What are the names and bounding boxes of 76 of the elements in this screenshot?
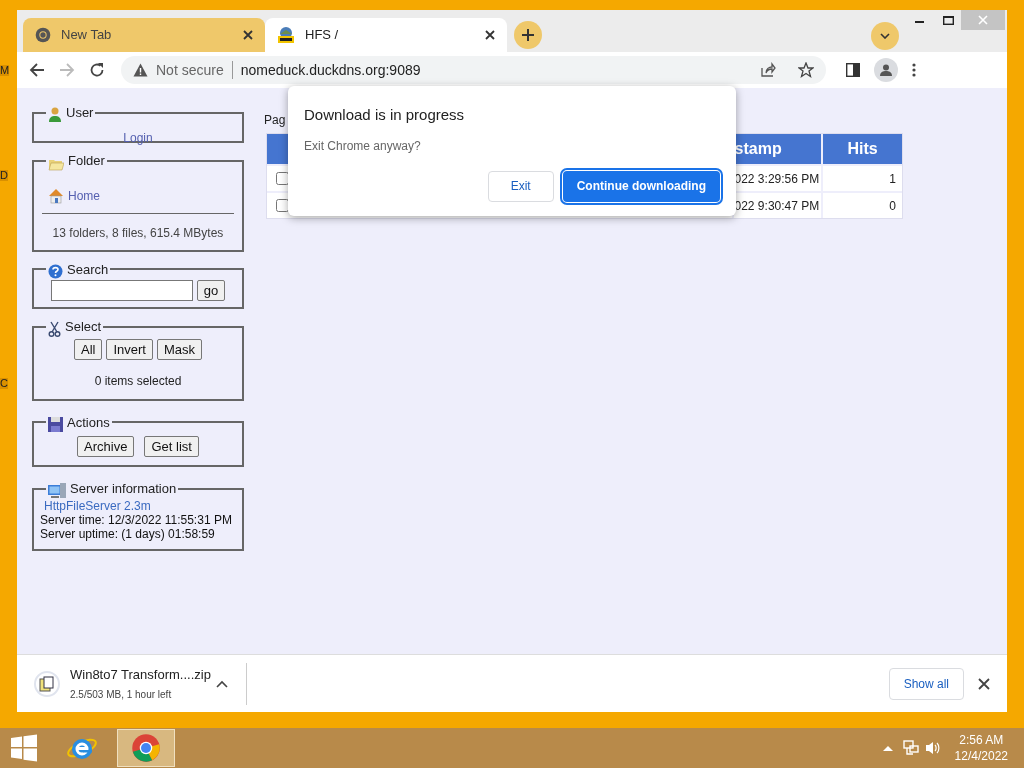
- dialog-message: Exit Chrome anyway?: [304, 137, 422, 155]
- close-icon[interactable]: [485, 30, 495, 40]
- select-button[interactable]: Mask: [156, 338, 202, 360]
- column-header: Hits: [823, 134, 902, 164]
- home-icon: [48, 187, 64, 204]
- menu-icon[interactable]: [912, 63, 916, 77]
- clock-time: 2:56 AM: [959, 732, 1004, 748]
- browser-icon: [35, 27, 51, 43]
- action-button[interactable]: Archive: [77, 436, 135, 457]
- scissors-icon: [48, 320, 61, 337]
- table-cell: 0: [823, 193, 902, 218]
- computer-icon: [48, 482, 66, 499]
- row-checkbox[interactable]: [276, 199, 289, 212]
- share-icon[interactable]: [760, 62, 776, 78]
- plus-icon: [521, 28, 535, 42]
- panel-title: Select: [65, 318, 102, 336]
- folder-summary: 13 folders, 8 files, 615.4 MBytes: [52, 225, 224, 240]
- new-tab-button[interactable]: [514, 21, 542, 49]
- address-bar[interactable]: Not secure nomeduck.duckdns.org:9089: [121, 56, 826, 84]
- selection-status: 0 items selected: [94, 373, 182, 388]
- windows-start-icon[interactable]: [10, 734, 38, 762]
- panel-title: User: [66, 104, 94, 122]
- security-label: Not secure: [156, 60, 224, 80]
- login-link[interactable]: Login: [123, 130, 153, 145]
- close-icon[interactable]: [978, 677, 990, 690]
- server-version-link[interactable]: HttpFileServer 2.3m: [42, 498, 234, 513]
- select-button[interactable]: All: [74, 338, 103, 360]
- chevron-down-icon: [880, 33, 890, 39]
- server-info-line: Server uptime: (1 days) 01:58:59: [40, 526, 216, 541]
- network-icon[interactable]: [902, 740, 919, 756]
- desktop-icon-label: D: [0, 170, 8, 181]
- help-icon: [48, 264, 63, 279]
- close-icon: [978, 15, 988, 25]
- taskbar-app-button[interactable]: [117, 729, 175, 767]
- url-text: nomeduck.duckdns.org:9089: [240, 60, 421, 80]
- page-label: Pag: [264, 112, 286, 129]
- table-cell: 1: [823, 166, 902, 191]
- column-header: stamp: [733, 134, 822, 164]
- hfs-logo-icon: [277, 26, 295, 44]
- action-button[interactable]: Get list: [144, 436, 199, 457]
- warning-icon: [133, 63, 148, 77]
- panel-title: Server information: [70, 480, 177, 498]
- panel-title: Search: [67, 260, 109, 279]
- browser-tab[interactable]: HFS /: [265, 18, 507, 52]
- archive-file-icon: [39, 675, 55, 692]
- download-filename: Win8to7 Transform....zip: [70, 666, 212, 685]
- dialog-title: Download is in progress: [304, 105, 466, 125]
- home-link[interactable]: Home: [68, 186, 100, 205]
- continue-button[interactable]: Continue downloading: [562, 170, 720, 202]
- maximize-icon[interactable]: [943, 16, 954, 25]
- user-icon: [48, 106, 62, 123]
- panel-title: Folder: [68, 152, 105, 170]
- browser-tab[interactable]: New Tab: [23, 18, 265, 52]
- show-all-button[interactable]: Show all: [888, 667, 964, 700]
- tab-search-button[interactable]: [871, 22, 899, 50]
- close-icon[interactable]: [243, 30, 253, 40]
- select-button[interactable]: Invert: [106, 338, 153, 360]
- chevron-up-icon[interactable]: [216, 679, 228, 688]
- desktop-icon-label: C: [0, 378, 8, 389]
- person-icon: [879, 63, 893, 77]
- server-info-line: Server time: 12/3/2022 11:55:31 PM: [40, 512, 233, 527]
- exit-button[interactable]: Exit: [487, 170, 554, 202]
- search-field[interactable]: [50, 280, 193, 301]
- go-button[interactable]: go: [196, 280, 226, 301]
- side-panel-icon[interactable]: [846, 63, 860, 77]
- download-size-text: 2.5/503 MB, 1 hour left: [70, 687, 173, 702]
- row-checkbox[interactable]: [276, 172, 289, 185]
- profile-button[interactable]: [874, 58, 898, 82]
- panel-title: Actions: [67, 413, 110, 432]
- star-icon[interactable]: [798, 62, 814, 78]
- back-arrow-icon[interactable]: [29, 62, 45, 78]
- reload-icon[interactable]: [89, 62, 105, 78]
- volume-icon[interactable]: [924, 740, 941, 756]
- chrome-logo-icon: [131, 733, 161, 763]
- desktop-icon-label: M: [0, 65, 10, 76]
- clock-date: 12/4/2022: [954, 748, 1008, 764]
